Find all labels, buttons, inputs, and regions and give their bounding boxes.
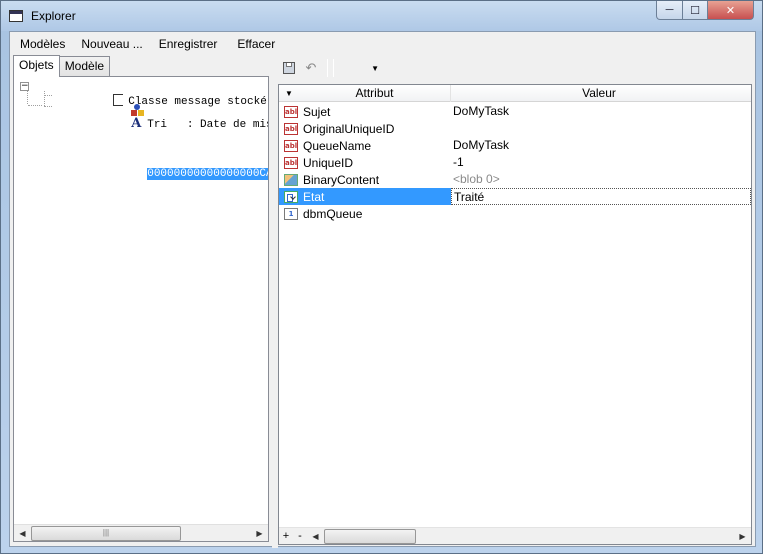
scroll-right-arrow[interactable]: ▶	[734, 528, 751, 545]
attribute-value[interactable]: DoMyTask	[451, 103, 751, 120]
sort-icon: A	[131, 116, 142, 131]
undo-icon: ↶	[305, 60, 317, 75]
tab-modele[interactable]: Modèle	[58, 56, 111, 76]
tree-horizontal-scrollbar[interactable]: ◀ ||| ▶	[14, 524, 268, 541]
grid-row[interactable]: abl UniqueID -1	[279, 154, 751, 171]
tree-node-sort[interactable]: A Tri : Date de mise à jour	[52, 100, 268, 131]
scroll-right-arrow[interactable]: ▶	[251, 525, 268, 542]
attribute-value[interactable]: -1	[451, 154, 751, 171]
attribute-name: Etat	[303, 189, 325, 204]
undo-button[interactable]: ↶	[300, 57, 322, 79]
window-app-icon	[9, 10, 23, 22]
grid-row[interactable]: abl OriginalUniqueID	[279, 120, 751, 137]
column-header-valeur[interactable]: Valeur	[451, 85, 747, 102]
attribute-name: Sujet	[303, 104, 331, 119]
minimize-button[interactable]: ─	[656, 1, 683, 20]
attribute-value[interactable]	[451, 120, 751, 137]
save-icon	[283, 62, 295, 74]
text-field-icon: abl	[284, 156, 298, 169]
text-field-icon: abl	[284, 139, 298, 152]
attribute-value[interactable]: Traité	[451, 188, 751, 205]
column-header-attribut[interactable]: Attribut	[299, 85, 451, 102]
numeric-field-icon: 1	[284, 207, 298, 220]
menu-bar: Modèles Nouveau ... Enregistrer Effacer	[10, 32, 755, 54]
window-client-area: Modèles Nouveau ... Enregistrer Effacer …	[9, 31, 756, 548]
tree-node-sort-label: Tri : Date de mise à jour	[147, 119, 268, 131]
left-pane: Objets Modèle − Classe message stocké d'…	[10, 55, 272, 548]
scroll-left-arrow[interactable]: ◀	[14, 525, 31, 542]
add-row-button[interactable]: +	[279, 529, 293, 544]
save-button[interactable]	[278, 57, 300, 79]
toolbar-dropdown[interactable]: ▼	[339, 57, 379, 79]
explorer-window: Explorer ─ ☐ ✕ Modèles Nouveau ... Enreg…	[0, 0, 763, 554]
grid-row[interactable]: abl QueueName DoMyTask	[279, 137, 751, 154]
attribute-value[interactable]: DoMyTask	[451, 137, 751, 154]
scroll-thumb[interactable]: |||	[31, 525, 181, 541]
toolbar-separator	[327, 59, 328, 77]
text-field-icon: abl	[284, 122, 298, 135]
scroll-thumb[interactable]	[324, 528, 416, 544]
menu-modeles[interactable]: Modèles	[10, 32, 73, 54]
right-pane: ↶ ▼ ▼ Attribut Valeur abl Sujet DoMyTask…	[278, 55, 755, 548]
menu-effacer[interactable]: Effacer	[225, 32, 283, 54]
grid-header: ▼ Attribut Valeur	[279, 85, 751, 102]
toolbar-separator	[333, 59, 334, 77]
attribute-name: QueueName	[303, 138, 372, 153]
menu-enregistrer[interactable]: Enregistrer	[151, 32, 226, 54]
scroll-track[interactable]	[324, 528, 734, 545]
grid-row[interactable]: 1 dbmQueue	[279, 205, 751, 222]
scroll-track[interactable]: |||	[31, 525, 251, 542]
attribute-name: UniqueID	[303, 155, 354, 170]
grid-rows: abl Sujet DoMyTask abl OriginalUniqueID ab…	[279, 103, 751, 222]
title-bar: Explorer ─ ☐ ✕	[1, 1, 762, 31]
grid-row-selected[interactable]: Etat Traité	[279, 188, 751, 205]
property-grid: ▼ Attribut Valeur abl Sujet DoMyTask abl O…	[278, 84, 752, 545]
attribute-value[interactable]	[451, 205, 751, 222]
attribute-value[interactable]: <blob 0>	[451, 171, 751, 188]
properties-toolbar: ↶ ▼	[278, 55, 755, 81]
left-tabs: Objets Modèle	[13, 55, 111, 77]
remove-row-button[interactable]: -	[293, 529, 307, 544]
grid-row[interactable]: BinaryContent <blob 0>	[279, 171, 751, 188]
maximize-button[interactable]: ☐	[682, 1, 708, 20]
image-icon	[284, 173, 298, 186]
sort-arrow-icon[interactable]: ▼	[279, 85, 299, 101]
close-button[interactable]: ✕	[707, 1, 754, 20]
menu-nouveau[interactable]: Nouveau ...	[73, 32, 150, 54]
objects-panel: − Classe message stocké d'une fi 0000000…	[13, 76, 269, 542]
attribute-name: OriginalUniqueID	[303, 121, 395, 136]
scroll-left-arrow[interactable]: ◀	[307, 528, 324, 545]
grid-row[interactable]: abl Sujet DoMyTask	[279, 103, 751, 120]
object-tree[interactable]: − Classe message stocké d'une fi 0000000…	[14, 77, 268, 523]
chevron-down-icon: ▼	[371, 63, 379, 73]
attribute-name: dbmQueue	[303, 206, 363, 221]
tab-objets[interactable]: Objets	[13, 55, 60, 77]
window-title: Explorer	[31, 9, 76, 23]
enum-field-icon	[284, 190, 298, 203]
attribute-name: BinaryContent	[303, 172, 380, 187]
text-field-icon: abl	[284, 105, 298, 118]
grid-horizontal-scrollbar[interactable]: + - ◀ ▶	[279, 527, 751, 544]
tree-collapse-toggle[interactable]: −	[20, 82, 29, 91]
